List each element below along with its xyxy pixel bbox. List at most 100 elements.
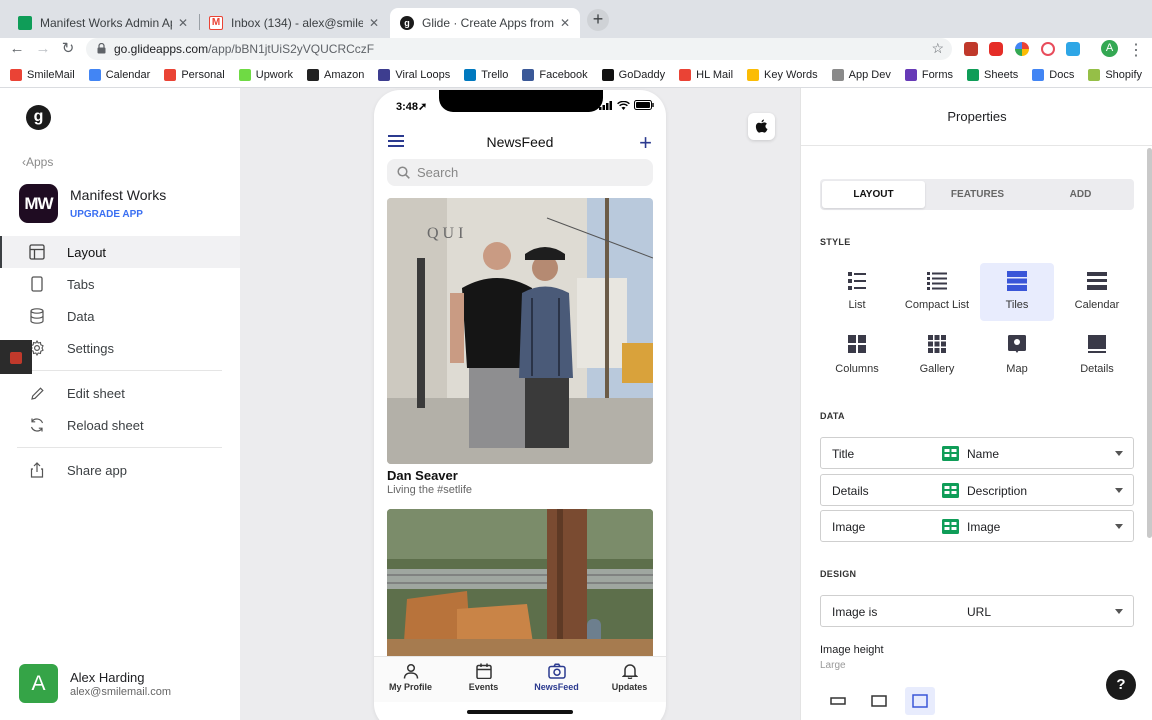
tab-layout[interactable]: LAYOUT [822, 181, 925, 208]
sidebar-item-label: Layout [67, 244, 107, 260]
camera-icon [547, 663, 566, 679]
bookmark-item[interactable]: Facebook [522, 68, 588, 81]
edit-sheet-button[interactable]: Edit sheet [0, 377, 240, 409]
share-app-button[interactable]: Share app [0, 454, 240, 486]
style-option-label: Map [1006, 363, 1028, 375]
user-avatar[interactable]: A [19, 664, 58, 703]
address-bar[interactable]: go.glideapps.com/app/bBN1jtUiS2yVQUCRCcz… [86, 38, 952, 60]
sidebar-item-tabs[interactable]: Tabs [0, 268, 240, 300]
browser-tab-admin-app[interactable]: Manifest Works Admin App - G ✕ [8, 8, 198, 38]
style-option-label: Compact List [904, 299, 970, 311]
bookmark-item[interactable]: SmileMail [10, 68, 75, 81]
properties-scrollbar[interactable] [1147, 148, 1152, 538]
title-field-select[interactable]: Title Name [820, 437, 1134, 469]
ios-preview-toggle[interactable] [748, 113, 775, 140]
apps-back-link[interactable]: ‹Apps [22, 155, 53, 169]
image-field-select[interactable]: Image Image [820, 510, 1134, 542]
glide-logo[interactable]: g [26, 105, 51, 130]
reload-sheet-label: Reload sheet [67, 417, 144, 433]
bookmark-item[interactable]: HL Mail [679, 68, 733, 81]
extension-icon[interactable] [1066, 42, 1080, 56]
bookmark-favicon-icon [967, 68, 980, 81]
image-height-small-option[interactable] [823, 687, 853, 715]
status-time-text: 3:48 [396, 101, 419, 113]
bookmark-item[interactable]: Personal [164, 68, 225, 81]
forward-arrow-icon[interactable]: → [34, 40, 52, 58]
tile-image[interactable]: Q U I [387, 198, 653, 464]
bookmark-item[interactable]: Key Words [747, 68, 818, 81]
bookmark-item[interactable]: Trello [464, 68, 508, 81]
bookmark-item[interactable]: Viral Loops [378, 68, 450, 81]
style-option-compact-list[interactable]: Compact List [900, 263, 974, 321]
sidebar-item-layout[interactable]: Layout [0, 236, 240, 268]
bookmark-item[interactable]: Calendar [88, 68, 150, 81]
style-option-list[interactable]: List [820, 263, 894, 321]
add-item-button[interactable]: + [639, 130, 652, 156]
back-arrow-icon[interactable]: ← [8, 40, 26, 58]
profile-avatar[interactable]: A [1101, 40, 1118, 57]
bookmark-item[interactable]: Amazon [307, 68, 365, 81]
bookmark-label: Forms [921, 68, 954, 81]
bookmark-item[interactable]: Forms [904, 68, 954, 81]
bookmark-item[interactable]: Docs [1032, 68, 1074, 81]
recording-indicator [0, 340, 32, 374]
new-tab-button[interactable]: + [587, 9, 609, 31]
style-option-details[interactable]: Details [1060, 327, 1134, 385]
close-icon[interactable]: ✕ [178, 16, 188, 30]
bookmark-favicon-icon [164, 68, 177, 81]
style-option-map[interactable]: Map [980, 327, 1054, 385]
bookmark-item[interactable]: Upwork [238, 68, 293, 81]
browser-tab-glide[interactable]: g Glide · Create Apps from Goog ✕ [390, 8, 580, 38]
sidebar-item-data[interactable]: Data [0, 300, 240, 332]
image-is-select[interactable]: Image is URL [820, 595, 1134, 627]
bookmark-star-icon[interactable]: ☆ [931, 40, 944, 57]
more-menu-icon[interactable]: ⋮ [1128, 40, 1144, 60]
edit-sheet-label: Edit sheet [67, 385, 125, 401]
phone-tab-events[interactable]: Events [447, 663, 520, 692]
url-path: /app/bBN1jtUiS2yVQUCRCczF [208, 42, 375, 56]
phone-tab-newsfeed[interactable]: NewsFeed [520, 663, 593, 692]
youtube-extension-icon[interactable] [989, 42, 1003, 56]
phone-tab-my-profile[interactable]: My Profile [374, 663, 447, 692]
close-icon[interactable]: ✕ [369, 16, 379, 30]
image-height-medium-option[interactable] [864, 687, 894, 715]
bell-icon [621, 664, 638, 679]
bookmark-favicon-icon [10, 68, 22, 81]
details-field-select[interactable]: Details Description [820, 474, 1134, 506]
upgrade-app-link[interactable]: UPGRADE APP [70, 209, 143, 220]
chrome-extension-icon[interactable] [1015, 42, 1029, 56]
tile-title: Dan Seaver [387, 468, 458, 483]
bookmark-item[interactable]: GoDaddy [601, 68, 665, 81]
bookmark-item[interactable]: Sheets [967, 68, 1018, 81]
style-option-label: Details [1080, 363, 1114, 375]
bookmark-item[interactable]: App Dev [831, 68, 891, 81]
style-option-gallery[interactable]: Gallery [900, 327, 974, 385]
sidebar-item-settings[interactable]: Settings [0, 332, 240, 364]
tile-image[interactable] [387, 509, 653, 669]
style-option-tiles[interactable]: Tiles [980, 263, 1054, 321]
close-icon[interactable]: ✕ [560, 16, 570, 30]
tab-add[interactable]: ADD [1029, 181, 1132, 208]
target-extension-icon[interactable] [1041, 42, 1055, 56]
phone-search-input[interactable]: Search [387, 159, 653, 186]
phone-notch [439, 90, 603, 112]
tab-features[interactable]: FEATURES [926, 181, 1029, 208]
bookmark-favicon-icon [747, 68, 760, 81]
phone-tab-updates[interactable]: Updates [593, 663, 666, 692]
reload-sheet-button[interactable]: Reload sheet [0, 409, 240, 441]
sidebar-item-label: Settings [67, 340, 114, 356]
style-option-calendar[interactable]: Calendar [1060, 263, 1134, 321]
style-option-columns[interactable]: Columns [820, 327, 894, 385]
bookmark-item[interactable]: Shopify [1088, 68, 1142, 81]
reload-icon[interactable]: ↻ [59, 40, 77, 58]
bookmark-label: SmileMail [27, 68, 75, 81]
help-button[interactable]: ? [1106, 670, 1136, 700]
browser-tab-inbox[interactable]: M Inbox (134) - alex@smilemail.c ✕ [199, 8, 389, 38]
phone-preview: 3:48➚ NewsFeed + Search Q U I Dan Seaver… [374, 90, 666, 720]
location-arrow-icon: ➚ [418, 101, 428, 113]
style-section-label: STYLE [820, 237, 851, 247]
sidebar-divider [17, 370, 222, 371]
extension-icon[interactable] [964, 42, 978, 56]
bookmark-label: Amazon [324, 68, 365, 81]
image-height-large-option[interactable] [905, 687, 935, 715]
